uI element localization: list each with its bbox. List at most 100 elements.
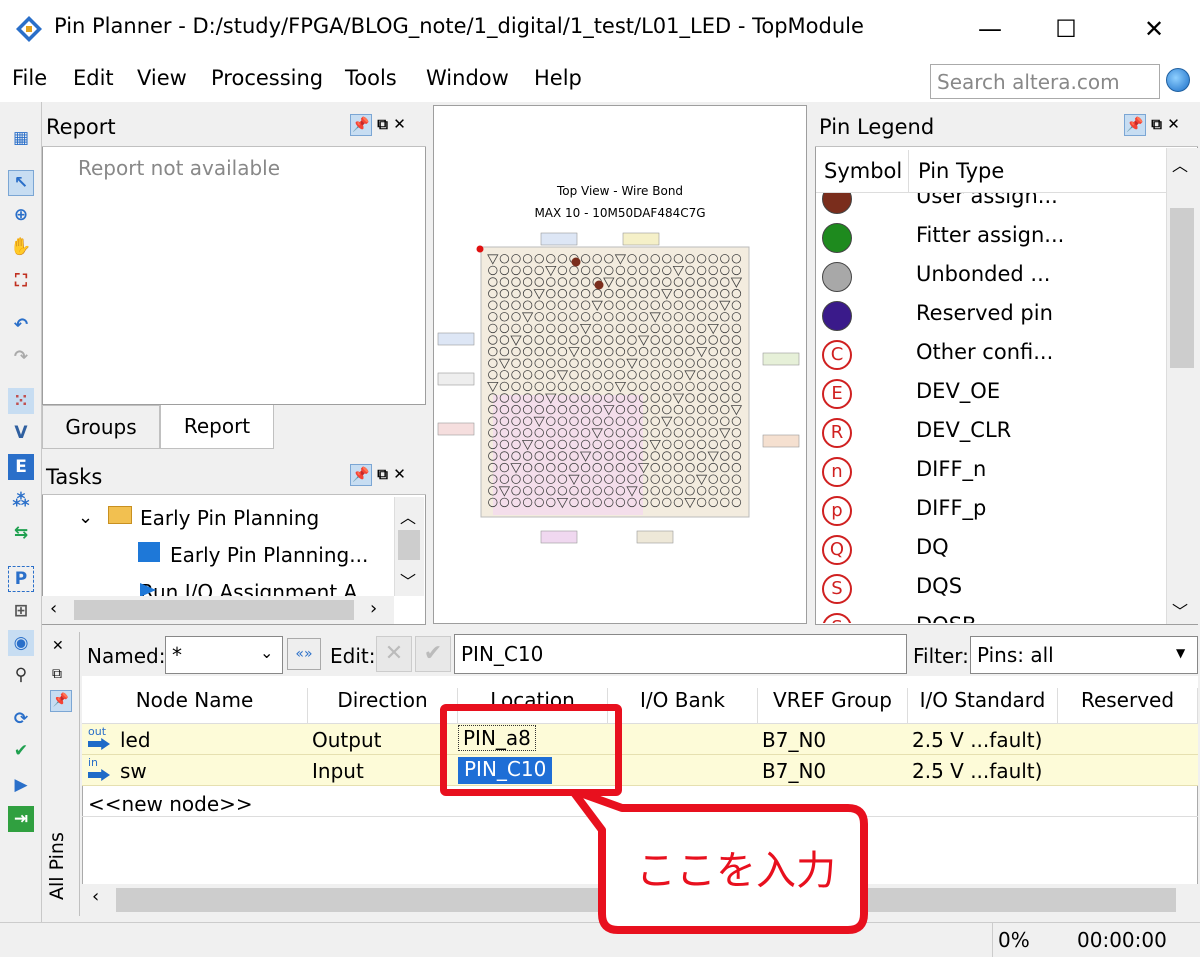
- close-button[interactable]: ✕: [1124, 0, 1184, 58]
- undo-icon[interactable]: ↶: [8, 312, 34, 338]
- chevron-down-icon[interactable]: ⌄: [78, 507, 93, 528]
- legend-symbol: C: [822, 340, 852, 370]
- dropdown-arrow-icon[interactable]: ▼: [1176, 646, 1185, 660]
- float-icon[interactable]: ⧉: [1151, 115, 1162, 133]
- io-bank-label: [540, 530, 578, 544]
- cell-std[interactable]: 2.5 V ...fault): [912, 728, 1042, 752]
- diff-pair-icon[interactable]: ⇆: [8, 520, 34, 546]
- pin-icon[interactable]: 📌: [1124, 114, 1146, 136]
- io-bank-label: [762, 352, 800, 366]
- io-run-icon[interactable]: ▶: [8, 772, 34, 798]
- tab-groups[interactable]: Groups: [42, 405, 160, 449]
- package-p-icon[interactable]: P: [8, 566, 34, 592]
- column-header[interactable]: VREF Group: [758, 688, 908, 724]
- column-header[interactable]: I/O Standard: [908, 688, 1058, 724]
- close-icon[interactable]: ✕: [393, 115, 406, 133]
- column-header[interactable]: Node Name: [82, 688, 308, 724]
- menu-tools[interactable]: Tools: [345, 66, 397, 90]
- legend-col-symbol[interactable]: Symbol: [824, 159, 902, 183]
- scroll-right-icon[interactable]: ›: [370, 598, 377, 619]
- bank-e-icon[interactable]: E: [8, 454, 34, 480]
- cancel-x-icon[interactable]: ✕: [376, 636, 412, 672]
- cell-vref[interactable]: B7_N0: [762, 759, 826, 783]
- select-pointer-icon[interactable]: ↖: [8, 170, 34, 196]
- cell-direction[interactable]: Input: [312, 759, 364, 783]
- package-pin-grid[interactable]: [433, 225, 807, 555]
- close-icon[interactable]: ✕: [393, 465, 406, 483]
- scroll-down-icon[interactable]: ﹀: [400, 568, 416, 592]
- menu-view[interactable]: View: [137, 66, 187, 90]
- cell-name[interactable]: sw: [120, 759, 147, 783]
- all-pins-tab[interactable]: All Pins: [46, 832, 68, 900]
- maximize-button[interactable]: ☐: [1036, 0, 1096, 58]
- tasks-panel-buttons[interactable]: 📌 ⧉ ✕: [350, 464, 406, 486]
- report-panel-buttons[interactable]: 📌 ⧉ ✕: [350, 114, 406, 136]
- refresh-icon[interactable]: ⟳: [8, 706, 34, 732]
- menu-window[interactable]: Window: [426, 66, 509, 90]
- search-input[interactable]: Search altera.com: [930, 64, 1160, 99]
- zoom-icon[interactable]: ⊕: [8, 202, 34, 228]
- scroll-left-icon[interactable]: ‹: [50, 598, 57, 619]
- task-early-pin-planning-dialog[interactable]: Early Pin Planning...: [170, 543, 368, 567]
- edit-field[interactable]: PIN_C10: [454, 634, 907, 674]
- column-header[interactable]: Direction: [308, 688, 458, 724]
- column-header[interactable]: I/O Bank: [608, 688, 758, 724]
- io-check-icon[interactable]: ✔: [8, 738, 34, 764]
- cluster-icon[interactable]: ⁂: [8, 488, 34, 514]
- redo-icon[interactable]: ↷: [8, 344, 34, 370]
- globe-icon[interactable]: [1166, 68, 1190, 92]
- float-icon[interactable]: ⧉: [52, 666, 62, 682]
- tasks-vscroll-thumb[interactable]: [398, 530, 420, 560]
- report-panel-title: Report: [46, 115, 116, 139]
- pin-icon[interactable]: 📌: [50, 690, 72, 712]
- menu-help[interactable]: Help: [534, 66, 582, 90]
- scroll-up-icon[interactable]: ︿: [400, 504, 416, 528]
- legend-symbol: [822, 262, 852, 292]
- cell-vref[interactable]: B7_N0: [762, 728, 826, 752]
- float-icon[interactable]: ⧉: [377, 115, 388, 133]
- menu-file[interactable]: File: [12, 66, 47, 90]
- cell-name[interactable]: led: [120, 728, 151, 752]
- filter-combo[interactable]: Pins: all: [970, 636, 1198, 674]
- vref-icon[interactable]: V: [8, 420, 34, 446]
- task-run-io-assignment[interactable]: Run I/O Assignment A: [140, 580, 357, 596]
- find-binoculars-icon[interactable]: ⚲: [8, 662, 34, 688]
- fit-view-icon[interactable]: ⛶: [8, 268, 34, 294]
- task-early-pin-planning[interactable]: Early Pin Planning: [140, 506, 319, 530]
- tasks-hscroll-thumb[interactable]: [74, 600, 354, 620]
- scroll-down-icon[interactable]: ﹀: [1172, 598, 1188, 622]
- float-icon[interactable]: ⧉: [377, 465, 388, 483]
- close-icon[interactable]: ✕: [1167, 115, 1180, 133]
- named-expand-icon[interactable]: «»: [287, 638, 321, 670]
- pin-view-icon[interactable]: ▦: [8, 125, 34, 151]
- pin-array-icon[interactable]: ⁙: [8, 388, 34, 414]
- close-icon[interactable]: ✕: [52, 638, 64, 654]
- pin-list-icon[interactable]: ⊞: [8, 598, 34, 624]
- io-bank-label: [762, 434, 800, 448]
- menu-edit[interactable]: Edit: [73, 66, 114, 90]
- direction-badge-icon: in: [88, 756, 99, 769]
- legend-symbol: p: [822, 496, 852, 526]
- minimize-button[interactable]: —: [960, 0, 1020, 58]
- hand-pan-icon[interactable]: ✋: [8, 234, 34, 260]
- scroll-left-icon[interactable]: ‹: [92, 886, 99, 907]
- column-header[interactable]: Reserved: [1058, 688, 1198, 724]
- legend-panel-buttons[interactable]: 📌 ⧉ ✕: [1124, 114, 1180, 136]
- show-info-icon[interactable]: ◉: [8, 630, 34, 656]
- pin-icon[interactable]: 📌: [350, 114, 372, 136]
- cell-std[interactable]: 2.5 V ...fault): [912, 759, 1042, 783]
- pins-table-header: Node Name Direction Location I/O Bank VREF G…: [82, 676, 1198, 724]
- export-icon[interactable]: ⇥: [8, 806, 34, 832]
- legend-vscroll-thumb[interactable]: [1170, 208, 1194, 368]
- chevron-down-icon[interactable]: ⌄: [260, 643, 273, 662]
- legend-col-type[interactable]: Pin Type: [918, 159, 1004, 183]
- scroll-up-icon[interactable]: ︿: [1172, 152, 1188, 176]
- accept-check-icon[interactable]: ✔: [415, 636, 451, 672]
- cell-direction[interactable]: Output: [312, 728, 381, 752]
- status-divider: [992, 922, 993, 957]
- legend-symbol: E: [822, 379, 852, 409]
- menu-processing[interactable]: Processing: [211, 66, 323, 90]
- pin-icon[interactable]: 📌: [350, 464, 372, 486]
- tab-report[interactable]: Report: [160, 405, 274, 449]
- io-bank-label: [622, 232, 660, 246]
